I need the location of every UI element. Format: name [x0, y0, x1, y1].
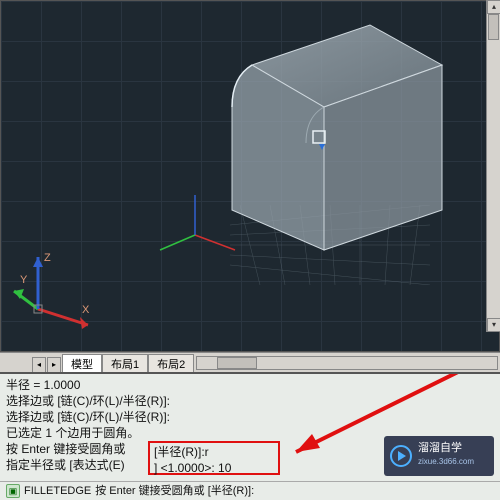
cmd-text: 按 Enter 键接受圆角或 [6, 442, 125, 456]
watermark-sub: zixue.3d66.com [418, 454, 474, 470]
play-icon [390, 445, 412, 467]
pick-cursor [310, 130, 332, 157]
ucs-icon: X Y Z [10, 247, 100, 342]
cube-solid[interactable] [220, 15, 450, 255]
tab-layout2[interactable]: 布局2 [148, 354, 194, 373]
scroll-track-v[interactable] [487, 14, 500, 318]
tab-next-button[interactable]: ▸ [47, 357, 61, 373]
axis-gizmo-center [150, 190, 240, 285]
cmd-text: 指定半径或 [表达式(E) [6, 458, 125, 472]
command-prompt: 按 Enter 键接受圆角或 [半径(R)]: [95, 483, 254, 499]
scrollbar-vertical[interactable]: ▴ ▾ [486, 0, 500, 332]
watermark-title: 溜溜自学 [418, 442, 474, 454]
cmd-input-value: ] <1.0000>: 10 [154, 460, 274, 476]
tab-prev-button[interactable]: ◂ [32, 357, 46, 373]
axis-label-y: Y [20, 274, 28, 286]
axis-label-x: X [82, 304, 90, 316]
scroll-thumb-h[interactable] [217, 357, 257, 369]
tab-layout1[interactable]: 布局1 [102, 354, 148, 373]
scroll-up-button[interactable]: ▴ [487, 0, 500, 14]
command-name: FILLETEDGE [24, 483, 91, 499]
cmd-option-radius: [半径(R)]:r [154, 444, 274, 460]
command-history[interactable]: 半径 = 1.0000 选择边或 [链(C)/环(L)/半径(R)]: 选择边或… [0, 372, 500, 500]
axis-label-z: Z [44, 252, 51, 264]
viewport-3d[interactable]: X Y Z ▴ ▾ [0, 0, 500, 352]
tab-model[interactable]: 模型 [62, 354, 102, 373]
scroll-thumb-v[interactable] [488, 14, 499, 40]
command-line[interactable]: ▣ FILLETEDGE 按 Enter 键接受圆角或 [半径(R)]: [0, 481, 500, 500]
layout-tabs: ◂ ▸ 模型 布局1 布局2 [0, 353, 194, 373]
scrollbar-horizontal[interactable] [196, 356, 498, 370]
scroll-down-button[interactable]: ▾ [487, 318, 500, 332]
watermark-badge: 溜溜自学 zixue.3d66.com [384, 436, 494, 476]
annotation-box: [半径(R)]:r ] <1.0000>: 10 [148, 441, 280, 475]
layout-tab-row: ◂ ▸ 模型 布局1 布局2 [0, 352, 500, 372]
command-icon: ▣ [6, 484, 20, 498]
